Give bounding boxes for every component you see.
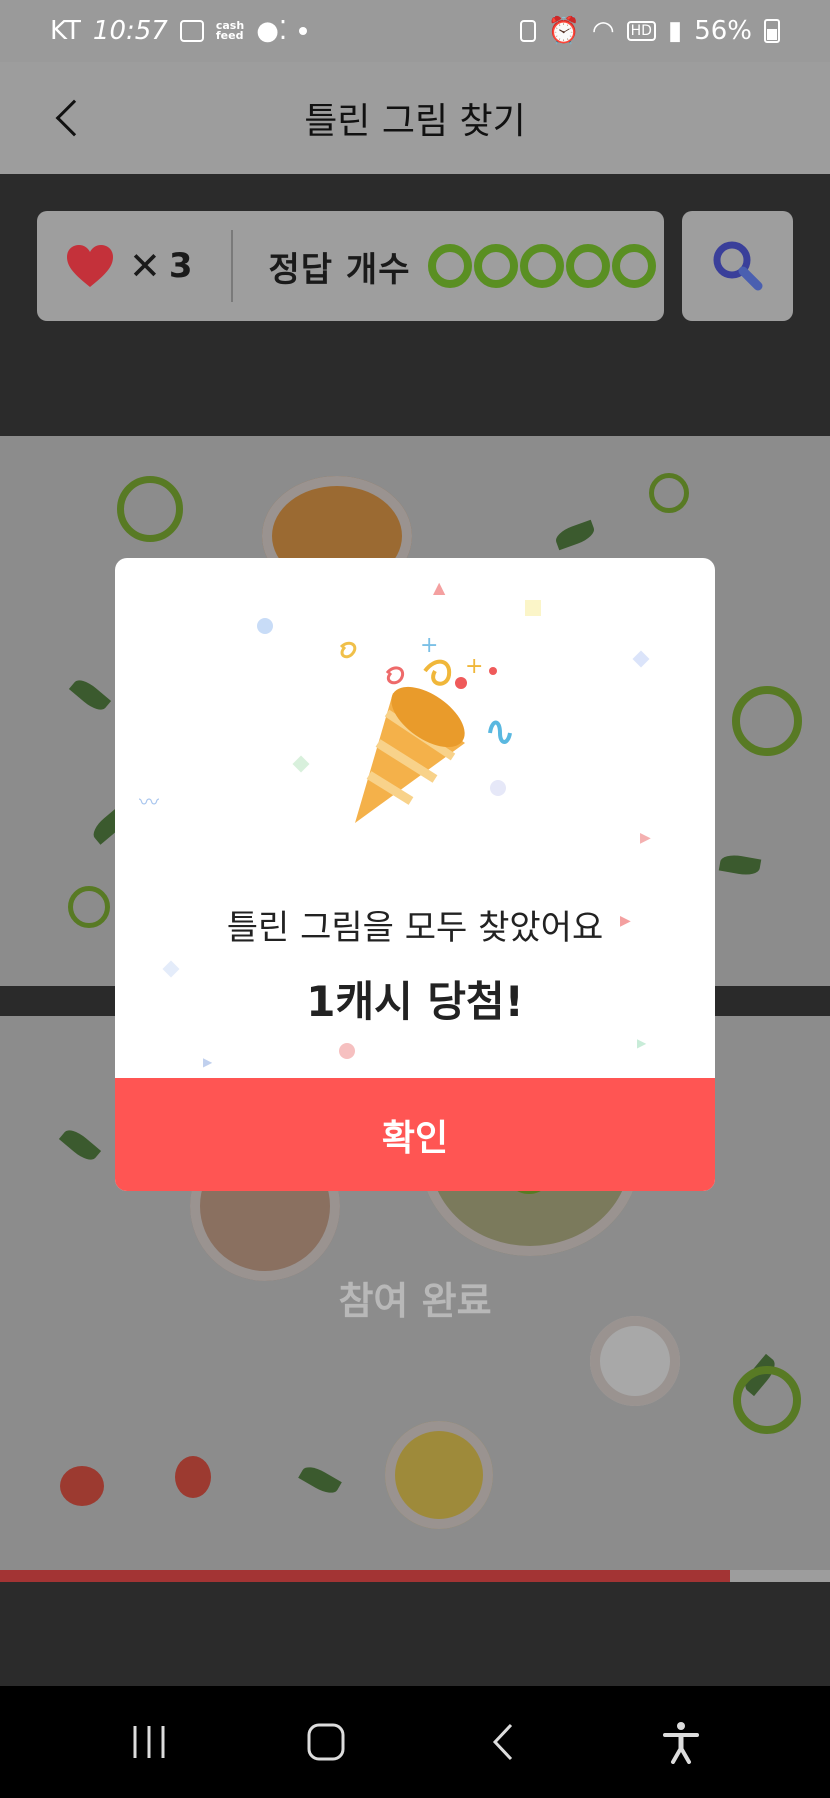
lives-multiply-symbol: ✕ — [129, 244, 161, 288]
answer-ring-icon — [612, 244, 657, 288]
carrier-label: KT — [50, 16, 81, 46]
game-toolbar: ✕ 3 정답 개수 — [0, 174, 830, 436]
bottom-spacer — [0, 1582, 830, 1686]
notification-dot-icon — [299, 27, 308, 35]
game-info-panel: ✕ 3 정답 개수 — [37, 211, 664, 321]
home-button[interactable] — [291, 1707, 361, 1777]
time-progress-fill — [0, 1570, 731, 1582]
found-difference-ring — [117, 476, 183, 542]
confirm-button[interactable]: 확인 — [115, 1078, 715, 1191]
battery-icon — [764, 19, 780, 43]
confetti-square — [632, 650, 650, 668]
leaf-decoration — [718, 852, 762, 878]
back-button[interactable] — [38, 88, 98, 148]
back-icon — [492, 1723, 512, 1761]
participation-complete-label: 참여 완료 — [338, 1279, 492, 1323]
clock: 10:57 — [92, 16, 168, 46]
battery-percent: 56% — [694, 16, 752, 46]
leaf-decoration — [298, 1462, 342, 1498]
answer-count-label: 정답 개수 — [268, 249, 411, 290]
strawberry-decoration — [175, 1456, 211, 1498]
svg-text:+: + — [465, 654, 483, 679]
signal-icon: ▮ — [667, 16, 683, 46]
page-title: 틀린 그림 찾기 — [304, 101, 526, 142]
status-bar: KT 10:57 cash feed ●⁚ ⏰ ◠ HD ▮ 56% — [0, 0, 830, 62]
gallery-icon — [179, 20, 204, 42]
juice-glass — [385, 1421, 493, 1529]
lives-count: 3 — [168, 246, 193, 286]
confetti-triangle: ▶ — [640, 830, 651, 846]
leaf-decoration — [68, 675, 112, 715]
confetti-triangle: ▶ — [203, 1055, 213, 1069]
confetti-dot — [257, 618, 273, 634]
recents-button[interactable] — [114, 1707, 184, 1777]
wifi-icon: ◠ — [591, 16, 615, 46]
answer-rings — [428, 244, 658, 288]
chevron-left-icon — [55, 99, 93, 137]
confetti-zigzag: 〰 — [139, 790, 159, 814]
found-difference-ring — [649, 473, 689, 513]
confetti-square — [525, 600, 541, 616]
accessibility-button[interactable] — [646, 1707, 716, 1777]
battery-saver-icon — [519, 20, 536, 42]
leaf-decoration — [58, 1125, 102, 1165]
success-dialog: ▲ + 〰 ▶ ▶ ▶ ▶ + 틀린 그림을 모두 찾았어요 1캐시 당첨! 확… — [115, 558, 715, 1191]
answer-ring-icon — [520, 244, 565, 288]
magnifier-icon — [713, 241, 762, 291]
confetti-triangle: ▶ — [637, 1036, 647, 1050]
hd-icon: HD — [626, 21, 656, 41]
time-progress-bar — [0, 1570, 830, 1582]
home-icon — [307, 1723, 345, 1761]
confetti-triangle: ▲ — [433, 578, 446, 597]
system-nav-bar — [0, 1686, 830, 1798]
dialog-message: 틀린 그림을 모두 찾았어요 — [226, 908, 604, 948]
strawberry-decoration — [60, 1466, 104, 1506]
found-difference-ring — [68, 886, 110, 928]
dialog-prize: 1캐시 당첨! — [306, 977, 524, 1026]
accessibility-icon — [663, 1722, 700, 1764]
hint-search-button[interactable] — [682, 211, 793, 321]
found-difference-ring — [732, 686, 802, 756]
confetti-dot — [339, 1043, 355, 1059]
answer-ring-icon — [428, 244, 473, 288]
recents-icon — [133, 1726, 165, 1758]
answer-ring-icon — [566, 244, 611, 288]
app-header: 틀린 그림 찾기 — [0, 62, 830, 174]
confetti-square — [292, 755, 310, 773]
panel-divider — [230, 230, 233, 302]
found-difference-ring — [733, 1366, 801, 1434]
answer-ring-icon — [474, 244, 519, 288]
cheese-bowl — [590, 1316, 680, 1406]
leaf-decoration — [553, 519, 597, 551]
heart-icon — [67, 245, 113, 287]
cashfeed-icon: cash feed — [215, 19, 245, 42]
party-popper-icon: + — [339, 641, 512, 823]
app-dots-icon: ●⁚ — [256, 16, 288, 46]
system-back-button[interactable] — [469, 1707, 539, 1777]
alarm-icon: ⏰ — [547, 16, 580, 46]
